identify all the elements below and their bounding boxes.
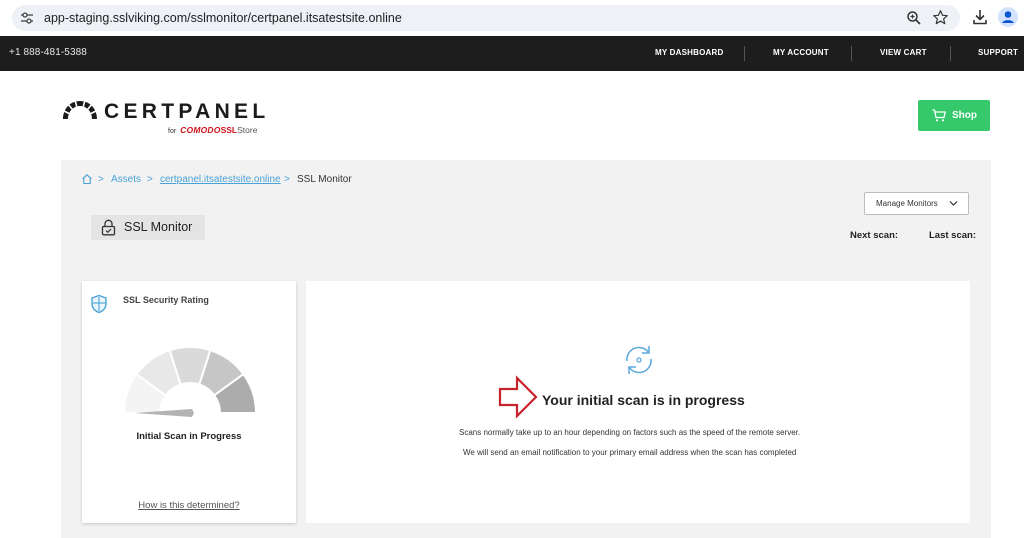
logo-subtitle: for COMODOSSLStore (168, 125, 257, 135)
star-icon[interactable] (932, 9, 949, 26)
breadcrumb-separator: > (98, 174, 104, 185)
logo-ssl: SSL (220, 125, 238, 135)
logo-comodo: COMODO (180, 125, 221, 135)
arrow-right-icon (498, 375, 538, 419)
browser-toolbar: app-staging.sslviking.com/sslmonitor/cer… (0, 0, 1024, 36)
page-title-text: SSL Monitor (124, 220, 193, 234)
rating-header: SSL Security Rating (123, 295, 209, 305)
nav-divider (950, 46, 951, 61)
url-text[interactable]: app-staging.sslviking.com/sslmonitor/cer… (44, 11, 402, 25)
nav-divider (744, 46, 745, 61)
manage-monitors-dropdown[interactable]: Manage Monitors (864, 192, 969, 215)
logo-mark-icon[interactable] (61, 97, 99, 121)
download-icon[interactable] (971, 8, 989, 26)
profile-icon[interactable] (998, 7, 1018, 27)
breadcrumb-separator: > (284, 174, 290, 185)
home-icon[interactable] (81, 173, 93, 185)
nav-view-cart[interactable]: VIEW CART (880, 48, 927, 57)
manage-monitors-label: Manage Monitors (876, 199, 938, 208)
last-scan-label: Last scan: (929, 230, 976, 241)
zoom-icon[interactable] (906, 10, 922, 26)
address-bar[interactable]: app-staging.sslviking.com/sslmonitor/cer… (12, 5, 960, 31)
page-title: SSL Monitor (91, 215, 205, 240)
shop-button-label: Shop (952, 110, 977, 121)
nav-my-dashboard[interactable]: MY DASHBOARD (655, 48, 723, 57)
lock-icon (101, 219, 116, 236)
tune-icon[interactable] (20, 11, 34, 25)
scan-headline: Your initial scan is in progress (542, 392, 745, 408)
sync-icon (626, 346, 652, 374)
logo-store: Store (237, 125, 258, 135)
chevron-down-icon (949, 201, 958, 206)
breadcrumb-domain[interactable]: certpanel.itsatestsite.online (160, 174, 281, 185)
top-navigation: +1 888-481-5388 MY DASHBOARD MY ACCOUNT … (0, 36, 1024, 71)
security-rating-card: SSL Security Rating Initial Scan in Prog… (82, 281, 296, 523)
phone-number: +1 888-481-5388 (9, 47, 87, 58)
next-scan-label: Next scan: (850, 230, 899, 241)
scan-message-duration: Scans normally take up to an hour depend… (459, 428, 801, 437)
logo-for: for (168, 128, 177, 135)
shop-button[interactable]: Shop (918, 100, 990, 131)
security-gauge (122, 346, 258, 417)
how-determined-link[interactable]: How is this determined? (82, 500, 296, 511)
nav-my-account[interactable]: MY ACCOUNT (773, 48, 829, 57)
nav-support[interactable]: SUPPORT (978, 48, 1018, 57)
cart-icon (932, 109, 946, 122)
scan-progress-card: Your initial scan is in progress Scans n… (306, 281, 970, 523)
nav-divider (851, 46, 852, 61)
breadcrumb-separator: > (147, 174, 153, 185)
logo-wordmark[interactable]: CERTPANEL (104, 100, 269, 124)
breadcrumb-current: SSL Monitor (297, 174, 352, 185)
scan-message-email: We will send an email notification to yo… (463, 448, 797, 457)
breadcrumb-assets[interactable]: Assets (111, 174, 141, 185)
rating-status: Initial Scan in Progress (136, 431, 242, 442)
shield-icon (91, 294, 107, 314)
